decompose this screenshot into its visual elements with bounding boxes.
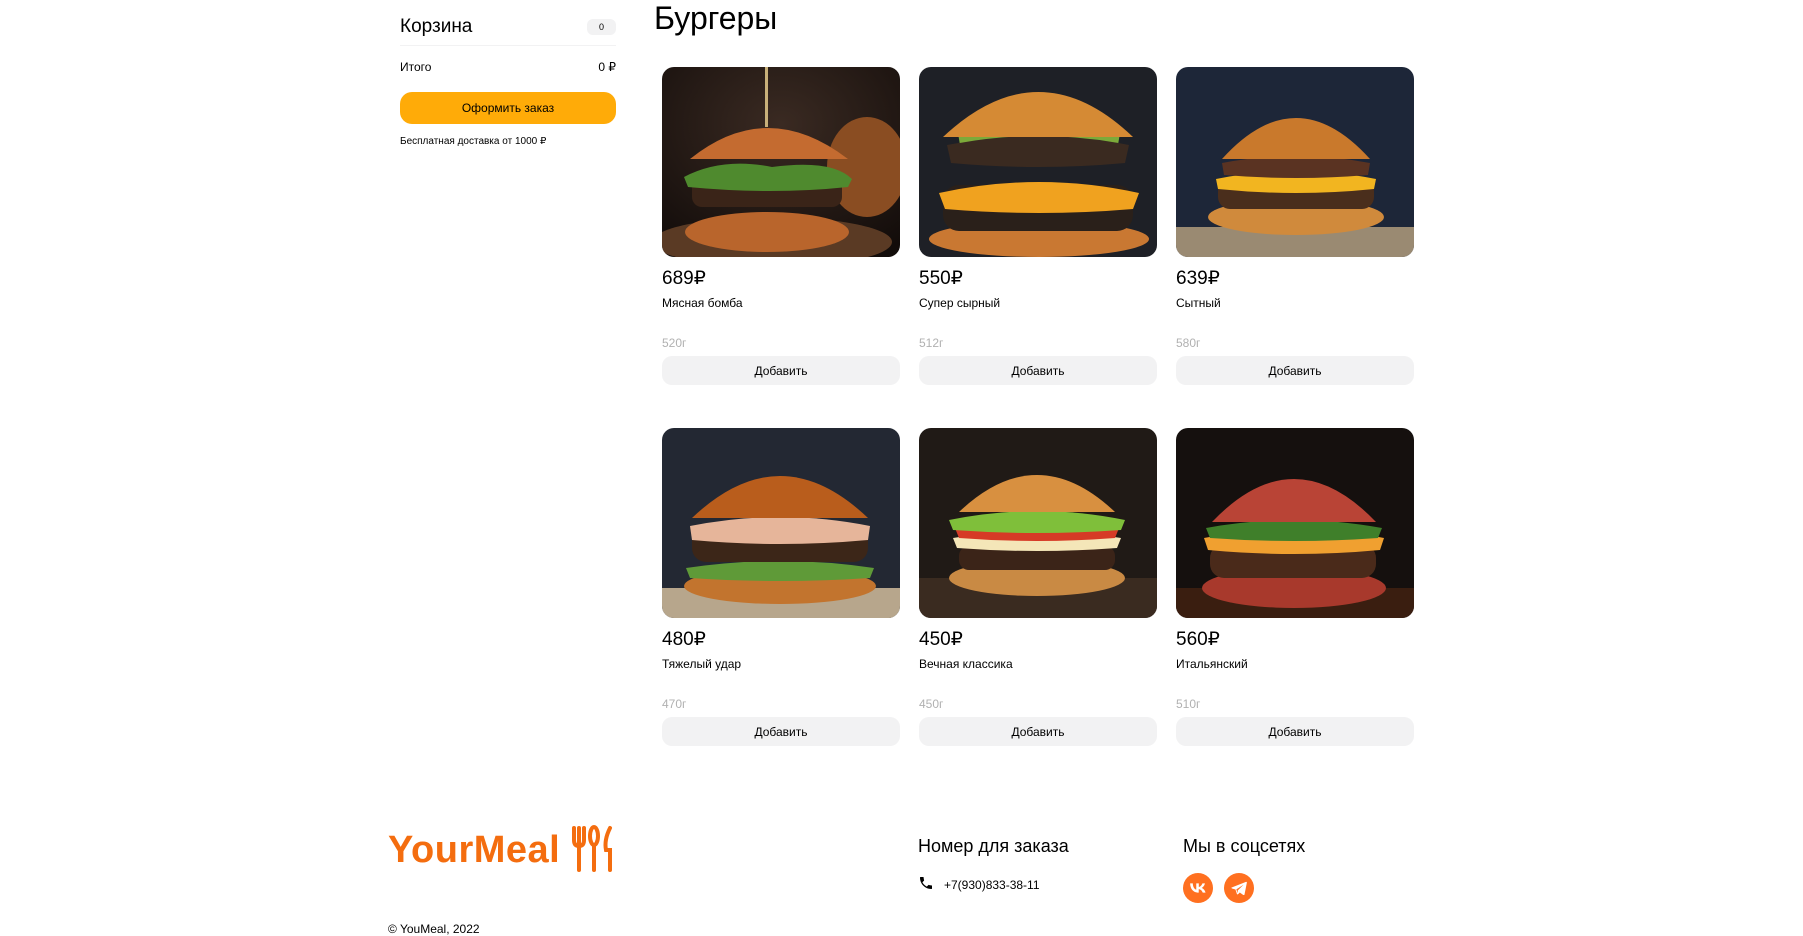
phone-heading: Номер для заказа xyxy=(918,836,1069,856)
add-to-cart-button[interactable]: Добавить xyxy=(662,356,900,385)
copyright: © YouMeal, 2022 xyxy=(388,922,480,936)
cart-total-label: Итого xyxy=(400,60,432,74)
product-card: 550₽ Супер сырный 512г Добавить xyxy=(919,67,1157,391)
product-name: Супер сырный xyxy=(919,296,1001,310)
cart-panel: Корзина 0 Итого 0 ₽ Оформить заказ Беспл… xyxy=(400,8,616,147)
add-to-cart-button[interactable]: Добавить xyxy=(1176,356,1414,385)
add-to-cart-button[interactable]: Добавить xyxy=(919,717,1157,746)
social-links xyxy=(1183,873,1305,903)
product-weight: 512г xyxy=(919,336,944,350)
product-name: Итальянский xyxy=(1176,657,1248,671)
product-price: 450₽ xyxy=(919,629,963,650)
add-to-cart-button[interactable]: Добавить xyxy=(1176,717,1414,746)
add-to-cart-button[interactable]: Добавить xyxy=(662,717,900,746)
cart-count-badge: 0 xyxy=(586,18,616,35)
product-image[interactable] xyxy=(1176,67,1414,257)
product-price: 560₽ xyxy=(1176,629,1220,650)
telegram-icon[interactable] xyxy=(1224,873,1254,903)
checkout-button[interactable]: Оформить заказ xyxy=(400,92,616,124)
product-grid: 689₽ Мясная бомба 520г Добавить 550₽ Суп… xyxy=(662,67,1414,752)
product-name: Мясная бомба xyxy=(662,296,743,310)
product-weight: 450г xyxy=(919,697,944,711)
phone-block: Номер для заказа +7(930)833-38-11 xyxy=(918,836,1069,894)
cart-total-value: 0 ₽ xyxy=(598,60,616,74)
product-image[interactable] xyxy=(919,67,1157,257)
product-weight: 470г xyxy=(662,697,687,711)
free-delivery-note: Бесплатная доставка от 1000 ₽ xyxy=(400,136,547,147)
footer-logo[interactable]: YourMeal xyxy=(388,824,616,877)
product-card: 450₽ Вечная классика 450г Добавить xyxy=(919,428,1157,752)
product-price: 480₽ xyxy=(662,629,706,650)
social-heading: Мы в соцсетях xyxy=(1183,836,1306,856)
product-card: 639₽ Сытный 580г Добавить xyxy=(1176,67,1414,391)
product-card: 689₽ Мясная бомба 520г Добавить xyxy=(662,67,900,391)
product-name: Вечная классика xyxy=(919,657,1013,671)
phone-number: +7(930)833-38-11 xyxy=(944,877,1040,892)
add-to-cart-button[interactable]: Добавить xyxy=(919,356,1157,385)
vk-icon[interactable] xyxy=(1183,873,1213,903)
product-price: 639₽ xyxy=(1176,268,1220,289)
product-image[interactable] xyxy=(662,67,900,257)
product-image[interactable] xyxy=(919,428,1157,618)
cart-header: Корзина 0 xyxy=(400,8,616,46)
product-price: 689₽ xyxy=(662,268,706,289)
phone-icon xyxy=(918,875,934,894)
product-weight: 510г xyxy=(1176,697,1201,711)
cart-title: Корзина xyxy=(400,15,473,37)
cutlery-icon xyxy=(570,824,616,877)
product-image[interactable] xyxy=(662,428,900,618)
product-name: Тяжелый удар xyxy=(662,657,742,671)
product-weight: 520г xyxy=(662,336,687,350)
social-block: Мы в соцсетях xyxy=(1183,836,1305,903)
product-card: 560₽ Итальянский 510г Добавить xyxy=(1176,428,1414,752)
product-name: Сытный xyxy=(1176,296,1221,310)
product-weight: 580г xyxy=(1176,336,1201,350)
cart-total-row: Итого 0 ₽ xyxy=(400,60,616,74)
logo-text: YourMeal xyxy=(388,829,561,871)
phone-link[interactable]: +7(930)833-38-11 xyxy=(918,875,1069,894)
product-image[interactable] xyxy=(1176,428,1414,618)
product-price: 550₽ xyxy=(919,268,963,289)
section-title: Бургеры xyxy=(654,0,778,36)
product-card: 480₽ Тяжелый удар 470г Добавить xyxy=(662,428,900,752)
